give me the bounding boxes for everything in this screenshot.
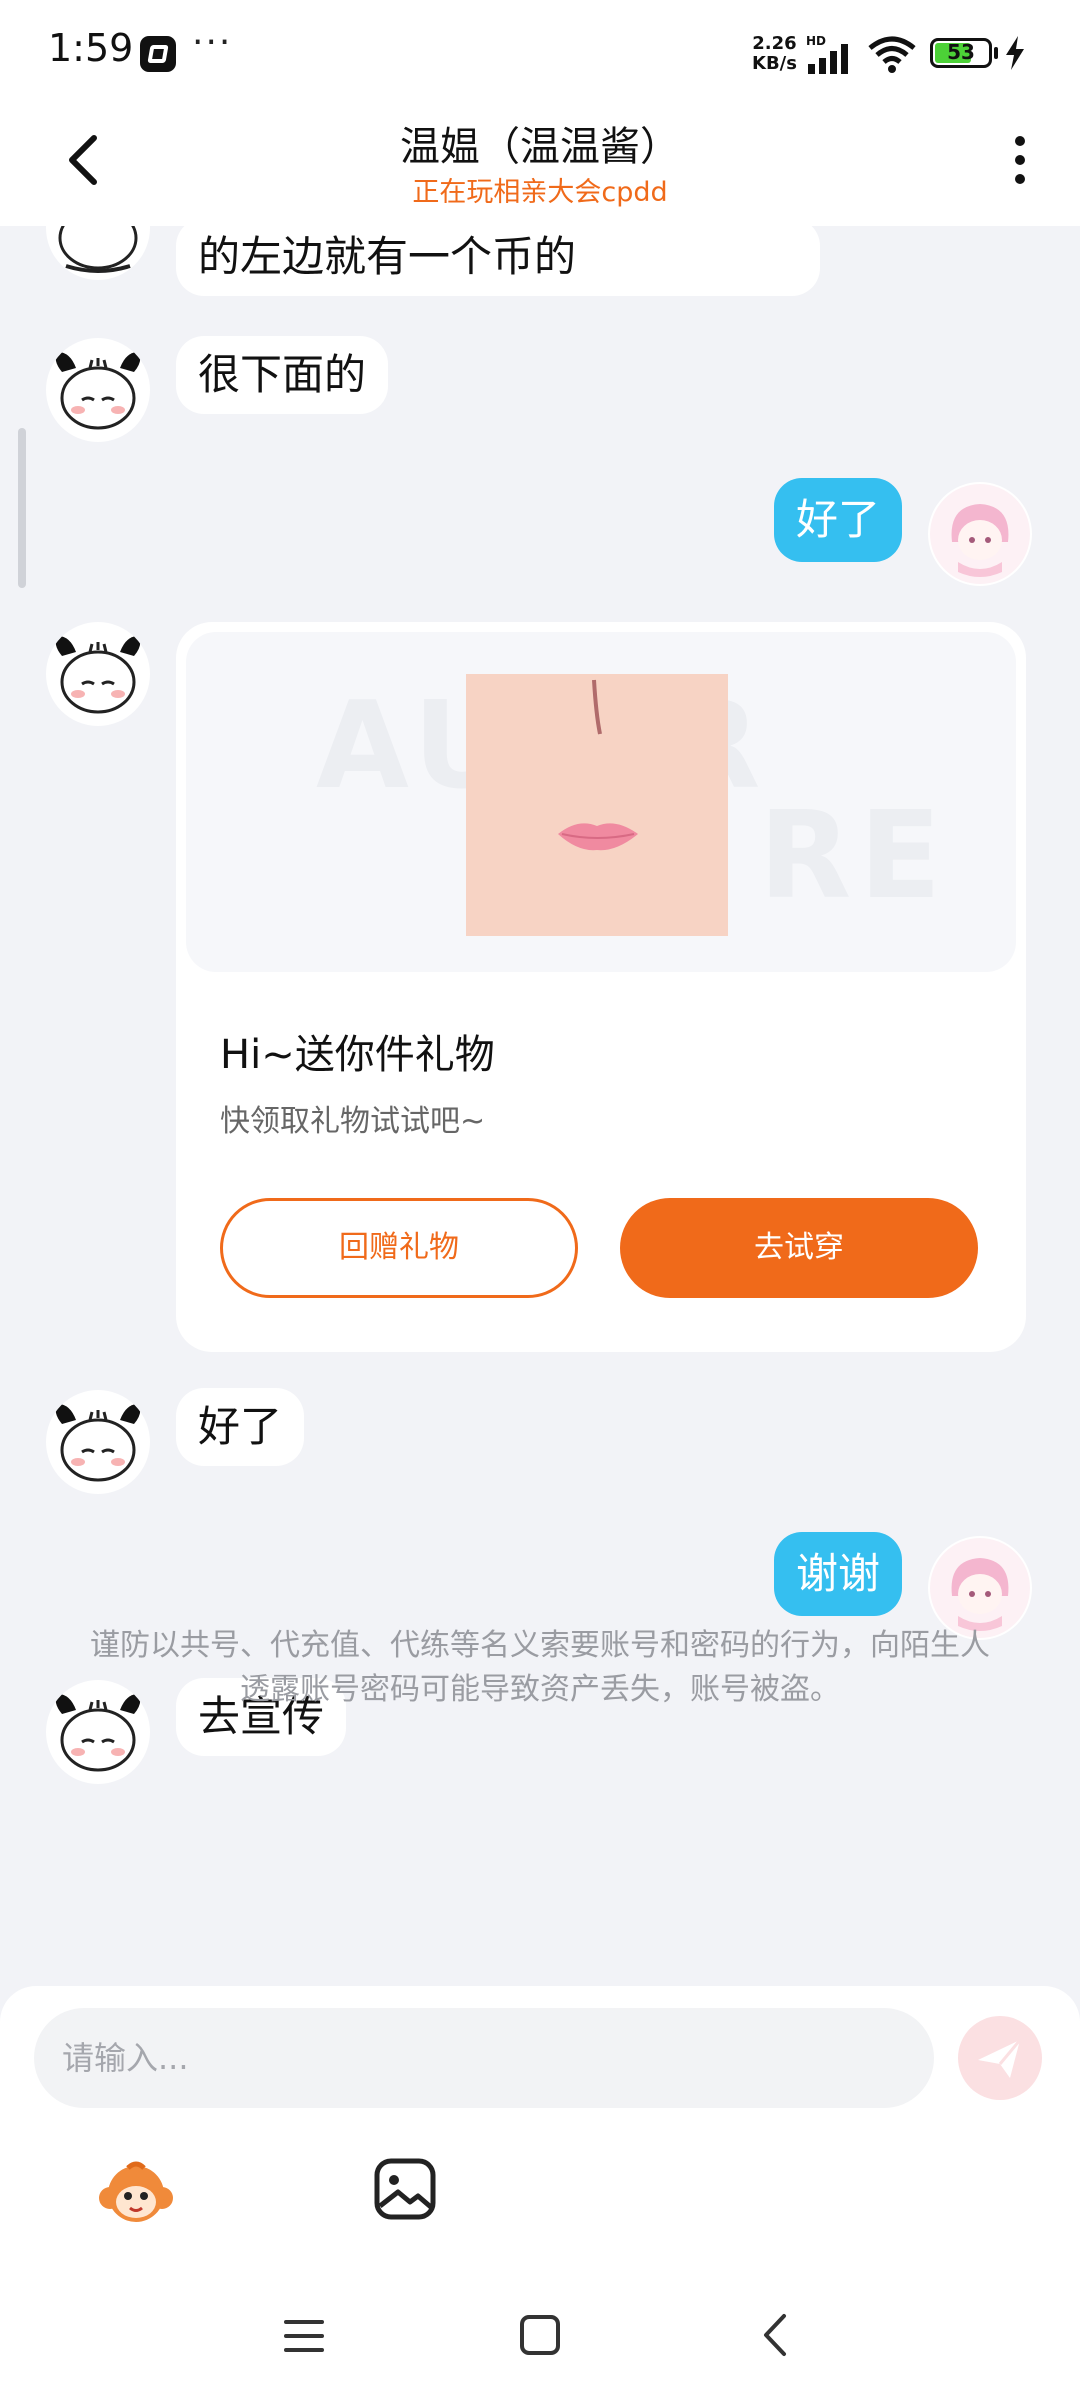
status-time: 1:59 (48, 26, 134, 70)
try-on-button[interactable]: 去试穿 (620, 1198, 978, 1298)
network-speed-unit: KB/s (752, 53, 797, 74)
app-notification-icon (140, 36, 176, 72)
gift-item-image (466, 674, 728, 936)
incoming-message[interactable]: 的左边就有一个币的 (176, 226, 820, 296)
system-home-button[interactable] (518, 2300, 562, 2370)
emoji-monkey-icon (99, 2161, 173, 2222)
wifi-icon (868, 36, 916, 73)
more-notifications-icon: ··· (192, 22, 233, 63)
dog-avatar-icon (58, 226, 138, 273)
network-speed: 2.26 KB/s (752, 34, 797, 74)
send-button[interactable] (958, 2016, 1042, 2100)
battery-level: 53 (947, 40, 975, 64)
contact-avatar[interactable] (46, 1390, 150, 1494)
more-options-button[interactable] (1000, 130, 1040, 190)
outgoing-message[interactable]: 谢谢 (774, 1532, 903, 1616)
return-gift-button[interactable]: 回赠礼物 (220, 1198, 578, 1298)
home-icon (520, 2315, 560, 2355)
send-icon (978, 2039, 1022, 2078)
incoming-message[interactable]: 好了 (176, 1388, 305, 1466)
gift-subtitle: 快领取礼物试试吧~ (220, 1104, 486, 1139)
network-speed-value: 2.26 (752, 33, 797, 54)
contact-avatar[interactable] (46, 338, 150, 442)
chat-subtitle[interactable]: 正在玩相亲大会cpdd (0, 170, 1080, 209)
image-icon (374, 2158, 436, 2220)
incoming-message[interactable]: 很下面的 (176, 336, 389, 414)
signal-icon (808, 44, 848, 74)
battery-tip (994, 47, 998, 59)
menu-icon (284, 2320, 324, 2352)
gift-preview[interactable]: AU R S RE (186, 632, 1016, 972)
back-icon (764, 2314, 786, 2356)
safety-notice: 谨防以共号、代充值、代练等名义索要账号和密码的行为，向陌生人透露账号密码可能导致… (90, 1628, 990, 1707)
status-bar: 1:59 ··· 2.26 KB/s HD 53 (0, 0, 1080, 100)
charging-icon (1006, 36, 1024, 70)
anime-girl-avatar-icon (930, 484, 1030, 584)
image-button[interactable] (372, 2156, 438, 2222)
outgoing-message[interactable]: 好了 (774, 478, 903, 562)
more-vertical-icon (1015, 136, 1025, 146)
gift-title: Hi~送你件礼物 (220, 1032, 495, 1078)
battery-icon: 53 (930, 38, 992, 68)
contact-avatar[interactable] (46, 226, 150, 280)
gift-card[interactable]: AU R S RE Hi~送你件礼物 快领取礼物试试吧~ 回赠礼物 去试穿 (176, 622, 1026, 1352)
dog-avatar-icon (55, 636, 141, 714)
contact-avatar[interactable] (46, 622, 150, 726)
scrollbar[interactable] (18, 428, 26, 588)
chat-title: 温媪（温温酱） (400, 124, 680, 170)
dog-avatar-icon (55, 352, 141, 430)
user-avatar[interactable] (928, 482, 1032, 586)
dog-avatar-icon (55, 1404, 141, 1482)
system-back-button[interactable] (754, 2300, 798, 2370)
system-menu-button[interactable] (282, 2300, 326, 2370)
chat-header: 温媪（温温酱） 正在玩相亲大会cpdd (0, 100, 1080, 226)
emoji-button[interactable] (96, 2156, 176, 2236)
chat-messages[interactable]: 的左边就有一个币的 很下面的 好了 AU RE Hi~送你件礼物 快领取礼物试试… (0, 226, 1080, 1986)
message-input[interactable] (34, 2008, 934, 2108)
